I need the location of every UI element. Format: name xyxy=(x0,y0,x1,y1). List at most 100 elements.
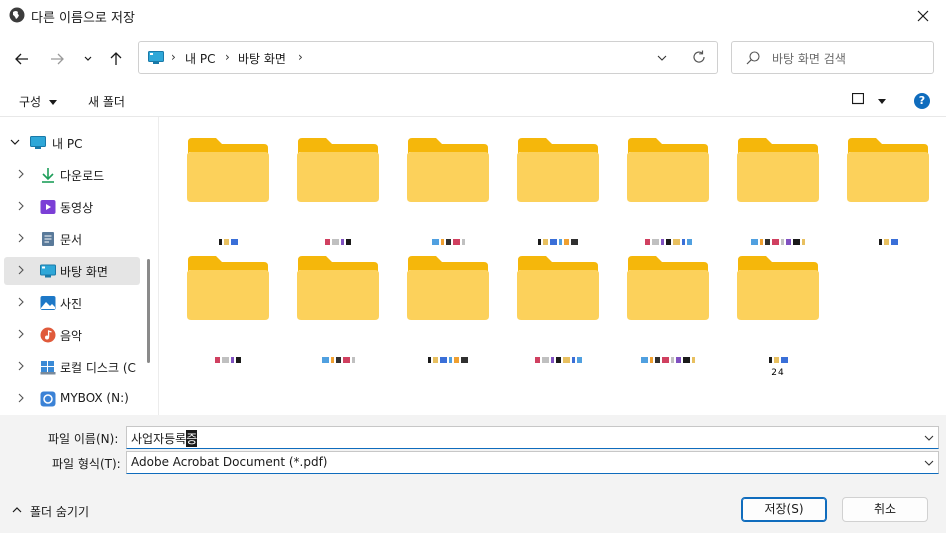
folder-icon xyxy=(517,256,599,320)
folder-name-redacted xyxy=(400,356,496,366)
folder-icon xyxy=(517,138,599,202)
folder-name-redacted xyxy=(290,356,386,366)
chevron-right-icon xyxy=(18,265,24,275)
filetype-select[interactable]: Adobe Acrobat Document (*.pdf) xyxy=(126,451,939,474)
hide-folders-label: 폴더 숨기기 xyxy=(30,505,90,519)
new-folder-button[interactable]: 새 폴더 xyxy=(88,93,125,110)
chevron-down-icon xyxy=(657,55,667,61)
close-button[interactable] xyxy=(900,0,946,32)
folder-icon xyxy=(187,256,269,320)
folder-icon xyxy=(737,138,819,202)
sidebar-label: 문서 xyxy=(60,233,83,247)
sidebar-label: MYBOX (N:) xyxy=(60,391,129,405)
search-icon xyxy=(746,51,760,65)
refresh-button[interactable] xyxy=(692,50,706,67)
folder-name-suffix: 24 xyxy=(771,368,785,378)
sidebar-item-my-pc[interactable]: 내 PC xyxy=(4,129,140,157)
folder-name-redacted xyxy=(620,356,716,366)
sidebar-item-music[interactable]: 음악 xyxy=(4,321,140,349)
breadcrumb-separator: › xyxy=(225,50,230,64)
up-button[interactable] xyxy=(105,48,127,70)
folder-icon xyxy=(297,256,379,320)
filetype-value: Adobe Acrobat Document (*.pdf) xyxy=(131,455,328,469)
sidebar-item-local-disk[interactable]: 로컬 디스크 (C xyxy=(4,353,140,381)
recent-locations-button[interactable] xyxy=(77,48,99,70)
sidebar-item-pictures[interactable]: 사진 xyxy=(4,289,140,317)
view-options-button[interactable] xyxy=(851,92,886,108)
sidebar-scrollbar[interactable] xyxy=(147,259,150,363)
folder-name-redacted xyxy=(400,238,496,248)
folder-item[interactable] xyxy=(510,136,606,248)
chevron-up-icon xyxy=(12,507,22,513)
folder-name-redacted xyxy=(180,238,276,248)
cloud-drive-icon xyxy=(40,391,56,407)
folder-name-redacted xyxy=(180,356,276,366)
breadcrumb-desktop[interactable]: 바탕 화면 xyxy=(238,50,286,67)
download-icon xyxy=(42,168,54,183)
title-bar: 다른 이름으로 저장 xyxy=(0,0,946,32)
folder-name-redacted xyxy=(840,238,936,248)
folder-item[interactable] xyxy=(620,136,716,248)
sidebar-item-videos[interactable]: 동영상 xyxy=(4,193,140,221)
sidebar-item-desktop[interactable]: 바탕 화면 xyxy=(4,257,140,285)
folder-item[interactable] xyxy=(510,254,606,366)
arrow-up-icon xyxy=(110,52,122,65)
chevron-right-icon xyxy=(18,233,24,243)
window-title: 다른 이름으로 저장 xyxy=(31,11,135,26)
arrow-right-icon xyxy=(51,53,64,65)
refresh-icon xyxy=(693,50,705,63)
folder-item[interactable] xyxy=(400,136,496,248)
save-button[interactable]: 저장(S) xyxy=(741,497,827,522)
folder-item[interactable] xyxy=(840,136,936,248)
filename-field[interactable]: 사업자등록증 xyxy=(126,426,939,449)
chevron-right-icon xyxy=(18,329,24,339)
sidebar-item-documents[interactable]: 문서 xyxy=(4,225,140,253)
filename-label: 파일 이름(N): xyxy=(48,432,119,446)
address-bar[interactable]: › 내 PC › 바탕 화면 › xyxy=(138,41,718,74)
sidebar-item-downloads[interactable]: 다운로드 xyxy=(4,161,140,189)
music-icon xyxy=(40,327,56,343)
video-icon xyxy=(40,200,56,214)
desktop-icon xyxy=(40,264,56,278)
sidebar-label: 사진 xyxy=(60,297,83,311)
folder-item[interactable]: 24 xyxy=(730,254,826,378)
back-button[interactable] xyxy=(11,48,33,70)
folder-icon xyxy=(187,138,269,202)
breadcrumb-my-pc[interactable]: 내 PC xyxy=(185,50,215,67)
chevron-right-icon xyxy=(18,201,24,211)
search-placeholder: 바탕 화면 검색 xyxy=(772,52,846,66)
sidebar-label: 음악 xyxy=(60,329,83,343)
folder-item[interactable] xyxy=(400,254,496,366)
folder-item[interactable] xyxy=(180,136,276,248)
help-icon[interactable]: ? xyxy=(914,93,930,109)
chevron-right-icon xyxy=(18,361,24,371)
chevron-right-icon xyxy=(18,297,24,307)
folder-item[interactable] xyxy=(180,254,276,366)
organize-label: 구성 xyxy=(19,95,42,109)
breadcrumb-separator: › xyxy=(298,50,303,64)
chevron-down-icon[interactable] xyxy=(924,433,934,443)
folder-icon xyxy=(627,138,709,202)
sidebar-label: 동영상 xyxy=(60,201,94,215)
file-list: 24 xyxy=(159,117,946,415)
folder-item[interactable] xyxy=(290,136,386,248)
folder-name-redacted xyxy=(510,356,606,366)
chevron-down-icon xyxy=(84,56,92,61)
text-selection: 증 xyxy=(186,430,198,447)
forward-button[interactable] xyxy=(46,48,68,70)
search-box[interactable]: 바탕 화면 검색 xyxy=(731,41,934,74)
sidebar-label: 내 PC xyxy=(52,137,83,151)
sidebar-item-mybox[interactable]: MYBOX (N:) xyxy=(4,385,140,413)
document-icon xyxy=(42,232,54,246)
arrow-left-icon xyxy=(15,53,28,65)
folder-item[interactable] xyxy=(620,254,716,366)
filetype-label: 파일 형식(T): xyxy=(52,457,121,471)
folder-icon xyxy=(627,256,709,320)
folder-item[interactable] xyxy=(730,136,826,248)
folder-icon xyxy=(737,256,819,320)
folder-item[interactable] xyxy=(290,254,386,366)
cancel-button[interactable]: 취소 xyxy=(842,497,928,522)
sidebar-label: 바탕 화면 xyxy=(60,265,108,279)
organize-button[interactable]: 구성 xyxy=(19,93,57,110)
address-history-button[interactable] xyxy=(657,52,667,66)
